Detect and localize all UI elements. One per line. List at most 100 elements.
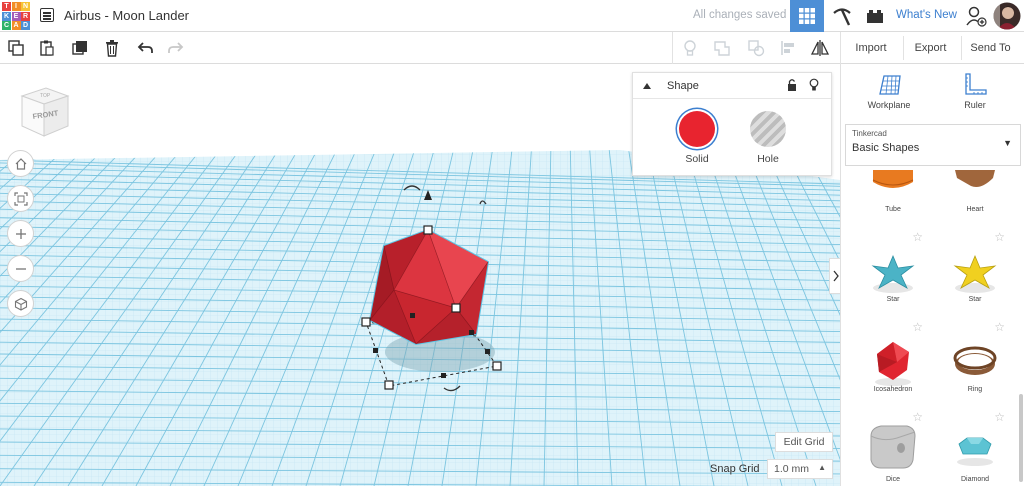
logo-letter: I bbox=[11, 2, 21, 11]
shape-library-dropdown[interactable]: Tinkercad Basic Shapes ▼ bbox=[845, 124, 1021, 166]
mirror-button[interactable] bbox=[806, 32, 834, 64]
solid-color-swatch[interactable] bbox=[679, 111, 715, 147]
tinkercad-logo[interactable]: T I N K E R C A D bbox=[2, 2, 30, 30]
shape-name: Star bbox=[886, 296, 900, 303]
shape-name: Star bbox=[968, 296, 982, 303]
export-button[interactable]: Export bbox=[903, 36, 957, 60]
ungroup-icon bbox=[748, 40, 765, 57]
collapse-arrow-icon[interactable] bbox=[642, 82, 652, 90]
align-icon bbox=[781, 41, 794, 55]
shape-tile-diamond[interactable]: ☆ Diamond bbox=[937, 408, 1013, 486]
ruler-label: Ruler bbox=[964, 100, 986, 110]
shape-inspector-title: Shape bbox=[667, 80, 699, 92]
shape-tile-icosahedron[interactable]: ☆ Icosahedron bbox=[855, 318, 931, 398]
snap-grid-select[interactable]: 1.0 mm ▲ bbox=[767, 459, 833, 479]
shape-name: Icosahedron bbox=[873, 386, 913, 393]
view-cube-top-label[interactable]: TOP bbox=[40, 93, 51, 99]
ruler-tool[interactable]: Ruler bbox=[945, 72, 1005, 110]
shape-name: Heart bbox=[966, 206, 984, 213]
ring-shape-icon bbox=[953, 346, 997, 375]
bricks-view-button[interactable] bbox=[860, 0, 890, 32]
toolbar-divider bbox=[840, 32, 841, 64]
shape-tile-dice[interactable]: ☆ Dice bbox=[855, 408, 931, 486]
toolbar-divider bbox=[672, 32, 673, 64]
group-button[interactable] bbox=[708, 32, 736, 64]
library-value: Basic Shapes bbox=[852, 142, 920, 154]
delete-button[interactable] bbox=[98, 32, 126, 64]
grid-view-icon bbox=[799, 8, 815, 24]
undo-icon bbox=[137, 42, 153, 53]
lightbulb-icon[interactable] bbox=[808, 78, 820, 92]
perspective-button[interactable] bbox=[7, 290, 34, 317]
design-title[interactable]: Airbus - Moon Lander bbox=[64, 8, 189, 23]
diamond-shape-icon bbox=[957, 437, 993, 466]
logo-letter: E bbox=[11, 11, 21, 21]
paste-button[interactable] bbox=[33, 32, 61, 64]
logo-letter: R bbox=[21, 11, 30, 21]
ungroup-button[interactable] bbox=[742, 32, 770, 64]
shape-name: Dice bbox=[885, 476, 900, 483]
minus-icon bbox=[15, 267, 26, 270]
home-view-button[interactable] bbox=[7, 150, 34, 177]
lock-icon[interactable] bbox=[786, 78, 798, 92]
whats-new-link[interactable]: What's New bbox=[896, 9, 957, 21]
hole-option[interactable]: Hole bbox=[738, 111, 798, 165]
library-provider: Tinkercad bbox=[852, 129, 887, 138]
top-bar: T I N K E R C A D Airbus - Moon Lander A… bbox=[0, 0, 1024, 32]
paste-icon bbox=[40, 40, 54, 56]
design-list-icon[interactable] bbox=[40, 8, 54, 22]
user-avatar[interactable] bbox=[992, 0, 1022, 32]
shape-tile-star[interactable]: ☆ Star bbox=[937, 228, 1013, 308]
shape-tile-ring[interactable]: ☆ Ring bbox=[937, 318, 1013, 398]
cube-icon bbox=[14, 297, 27, 311]
shape-name: Tube bbox=[885, 206, 901, 213]
zoom-in-button[interactable] bbox=[7, 220, 34, 247]
blocks-view-button[interactable] bbox=[826, 0, 858, 32]
snap-grid-label: Snap Grid bbox=[710, 463, 760, 475]
chevron-right-icon bbox=[832, 270, 839, 282]
workplane-icon bbox=[879, 75, 901, 95]
caret-up-icon: ▲ bbox=[818, 463, 826, 472]
lightbulb-icon bbox=[684, 40, 696, 56]
workplane-label: Workplane bbox=[867, 100, 911, 110]
solid-option[interactable]: Solid bbox=[667, 111, 727, 165]
shape-inspector: Shape Solid Hole bbox=[632, 72, 832, 176]
dice-shape-icon bbox=[870, 425, 916, 469]
plus-icon bbox=[15, 228, 26, 239]
duplicate-button[interactable] bbox=[66, 32, 94, 64]
send-to-button[interactable]: Send To bbox=[961, 36, 1019, 60]
sidebar-scrollbar[interactable] bbox=[1019, 394, 1023, 482]
align-button[interactable] bbox=[774, 32, 802, 64]
avatar-image bbox=[993, 2, 1021, 30]
edit-grid-button[interactable]: Edit Grid bbox=[775, 432, 833, 452]
home-icon bbox=[15, 157, 26, 170]
notes-button[interactable] bbox=[676, 32, 704, 64]
redo-icon bbox=[168, 42, 184, 53]
logo-letter: A bbox=[11, 21, 21, 30]
import-button[interactable]: Import bbox=[846, 36, 896, 60]
grid-view-button[interactable] bbox=[790, 0, 824, 32]
group-icon bbox=[714, 41, 730, 56]
logo-letter: N bbox=[21, 2, 30, 11]
undo-button[interactable] bbox=[131, 32, 159, 64]
view-cube[interactable]: TOP FRONT bbox=[16, 82, 72, 142]
logo-letter: C bbox=[2, 21, 11, 30]
ruler-icon bbox=[965, 73, 987, 95]
fit-view-button[interactable] bbox=[7, 185, 34, 212]
shape-tile-star[interactable]: ☆ Star bbox=[855, 228, 931, 308]
add-user-button[interactable] bbox=[962, 0, 990, 32]
hole-label: Hole bbox=[757, 153, 779, 165]
star-shape-icon bbox=[871, 254, 915, 293]
zoom-out-button[interactable] bbox=[7, 255, 34, 282]
hole-swatch[interactable] bbox=[750, 111, 786, 147]
redo-button[interactable] bbox=[162, 32, 190, 64]
icosahedron-shape-icon bbox=[875, 342, 911, 386]
shape-inspector-header: Shape bbox=[633, 73, 831, 99]
shape-name: Diamond bbox=[960, 476, 989, 483]
fit-view-icon bbox=[13, 191, 28, 206]
heart-icon bbox=[955, 170, 995, 187]
pickaxe-icon bbox=[833, 8, 851, 26]
brick-icon bbox=[867, 10, 883, 23]
workplane-tool[interactable]: Workplane bbox=[859, 72, 919, 110]
copy-button[interactable] bbox=[2, 32, 30, 64]
